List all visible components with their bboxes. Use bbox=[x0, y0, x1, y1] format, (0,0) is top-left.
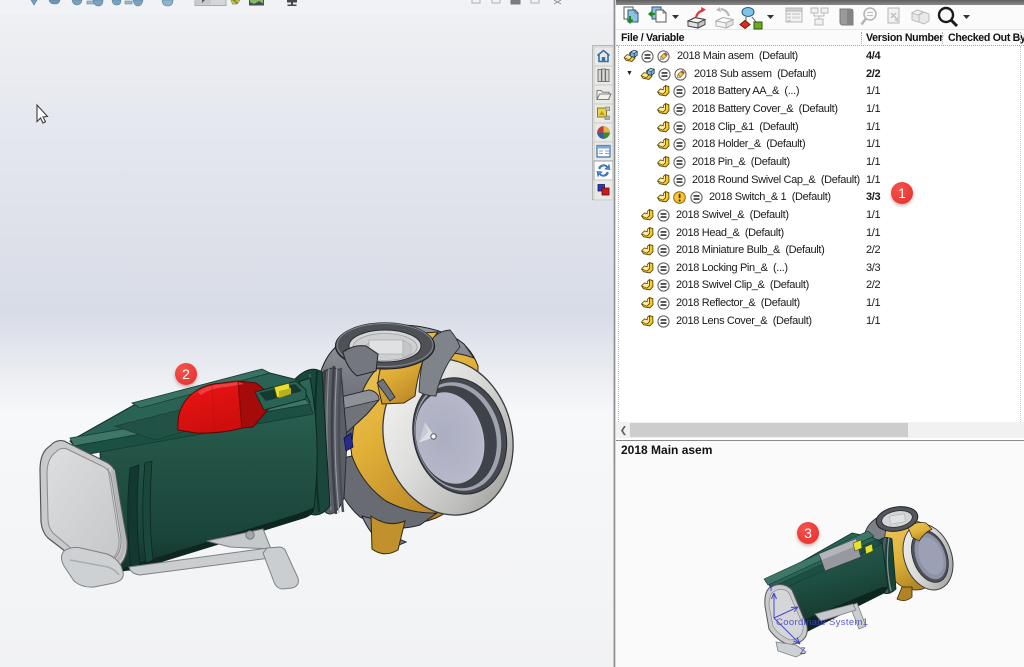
svg-text:Z: Z bbox=[800, 646, 806, 656]
svg-text:Coordinate System1: Coordinate System1 bbox=[776, 617, 868, 628]
svg-text:Y: Y bbox=[768, 583, 774, 593]
